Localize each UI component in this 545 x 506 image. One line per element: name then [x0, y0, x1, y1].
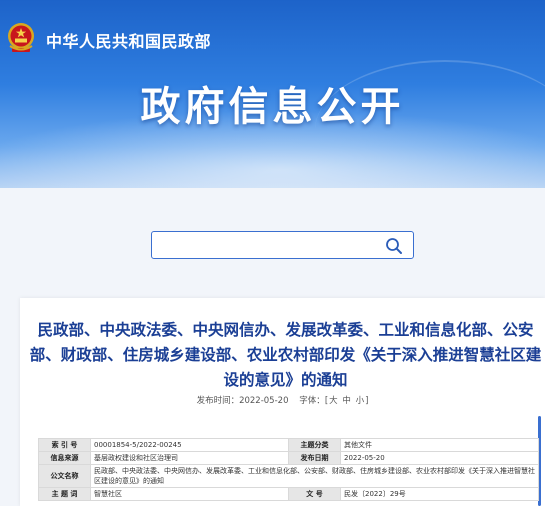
date-label: 发布日期	[288, 451, 341, 465]
publish-date: 2022-05-20	[239, 396, 289, 406]
doc-title-value: 民政部、中央政法委、中央网信办、发展改革委、工业和信息化部、公安部、财政部、住房…	[90, 464, 539, 488]
section-title: 政府信息公开	[140, 84, 405, 130]
topic-label: 主题分类	[288, 438, 341, 452]
table-row: 信息来源 基层政权建设和社区治理司 发布日期 2022-05-20	[38, 451, 539, 465]
source-value: 基层政权建设和社区治理司	[90, 451, 289, 465]
search-box	[151, 231, 414, 259]
topic-value: 其他文件	[340, 438, 539, 452]
subject-value: 智慧社区	[90, 487, 289, 501]
font-bracket-close: ]	[365, 396, 369, 406]
date-value: 2022-05-20	[340, 451, 539, 465]
font-large-button[interactable]: 大	[328, 396, 339, 406]
index-label: 索 引 号	[38, 438, 91, 452]
national-emblem-icon[interactable]	[6, 22, 36, 54]
article-meta: 发布时间：2022-05-20 字体：[大 中 小]	[20, 394, 545, 406]
document-info-table: 索 引 号 00001854-5/2022-00245 主题分类 其他文件 信息…	[38, 438, 539, 501]
search-icon[interactable]	[385, 237, 403, 255]
article-title: 民政部、中央政法委、中央网信办、发展改革委、工业和信息化部、公安部、财政部、住房…	[29, 321, 542, 389]
docno-label: 文 号	[288, 487, 341, 501]
subject-label: 主 题 词	[38, 487, 91, 501]
ministry-name[interactable]: 中华人民共和国民政部	[46, 28, 211, 52]
font-size-control: 字体：[大 中 小]	[299, 396, 368, 406]
table-row: 索 引 号 00001854-5/2022-00245 主题分类 其他文件	[38, 438, 539, 452]
article-card: 民政部、中央政法委、中央网信办、发展改革委、工业和信息化部、公安部、财政部、住房…	[20, 298, 545, 506]
header-banner: 中华人民共和国民政部 政府信息公开	[0, 0, 545, 188]
table-row: 公文名称 民政部、中央政法委、中央网信办、发展改革委、工业和信息化部、公安部、财…	[38, 464, 539, 488]
index-value: 00001854-5/2022-00245	[90, 438, 289, 452]
doc-title-label: 公文名称	[38, 464, 91, 488]
font-label: 字体：	[299, 396, 325, 406]
source-label: 信息来源	[38, 451, 91, 465]
table-row: 主 题 词 智慧社区 文 号 民发〔2022〕29号	[38, 487, 539, 501]
font-medium-button[interactable]: 中	[341, 396, 352, 406]
search-area	[0, 188, 545, 298]
font-small-button[interactable]: 小	[355, 396, 366, 406]
docno-value: 民发〔2022〕29号	[340, 487, 539, 501]
search-input[interactable]	[158, 235, 378, 255]
publish-label: 发布时间：	[196, 396, 240, 406]
